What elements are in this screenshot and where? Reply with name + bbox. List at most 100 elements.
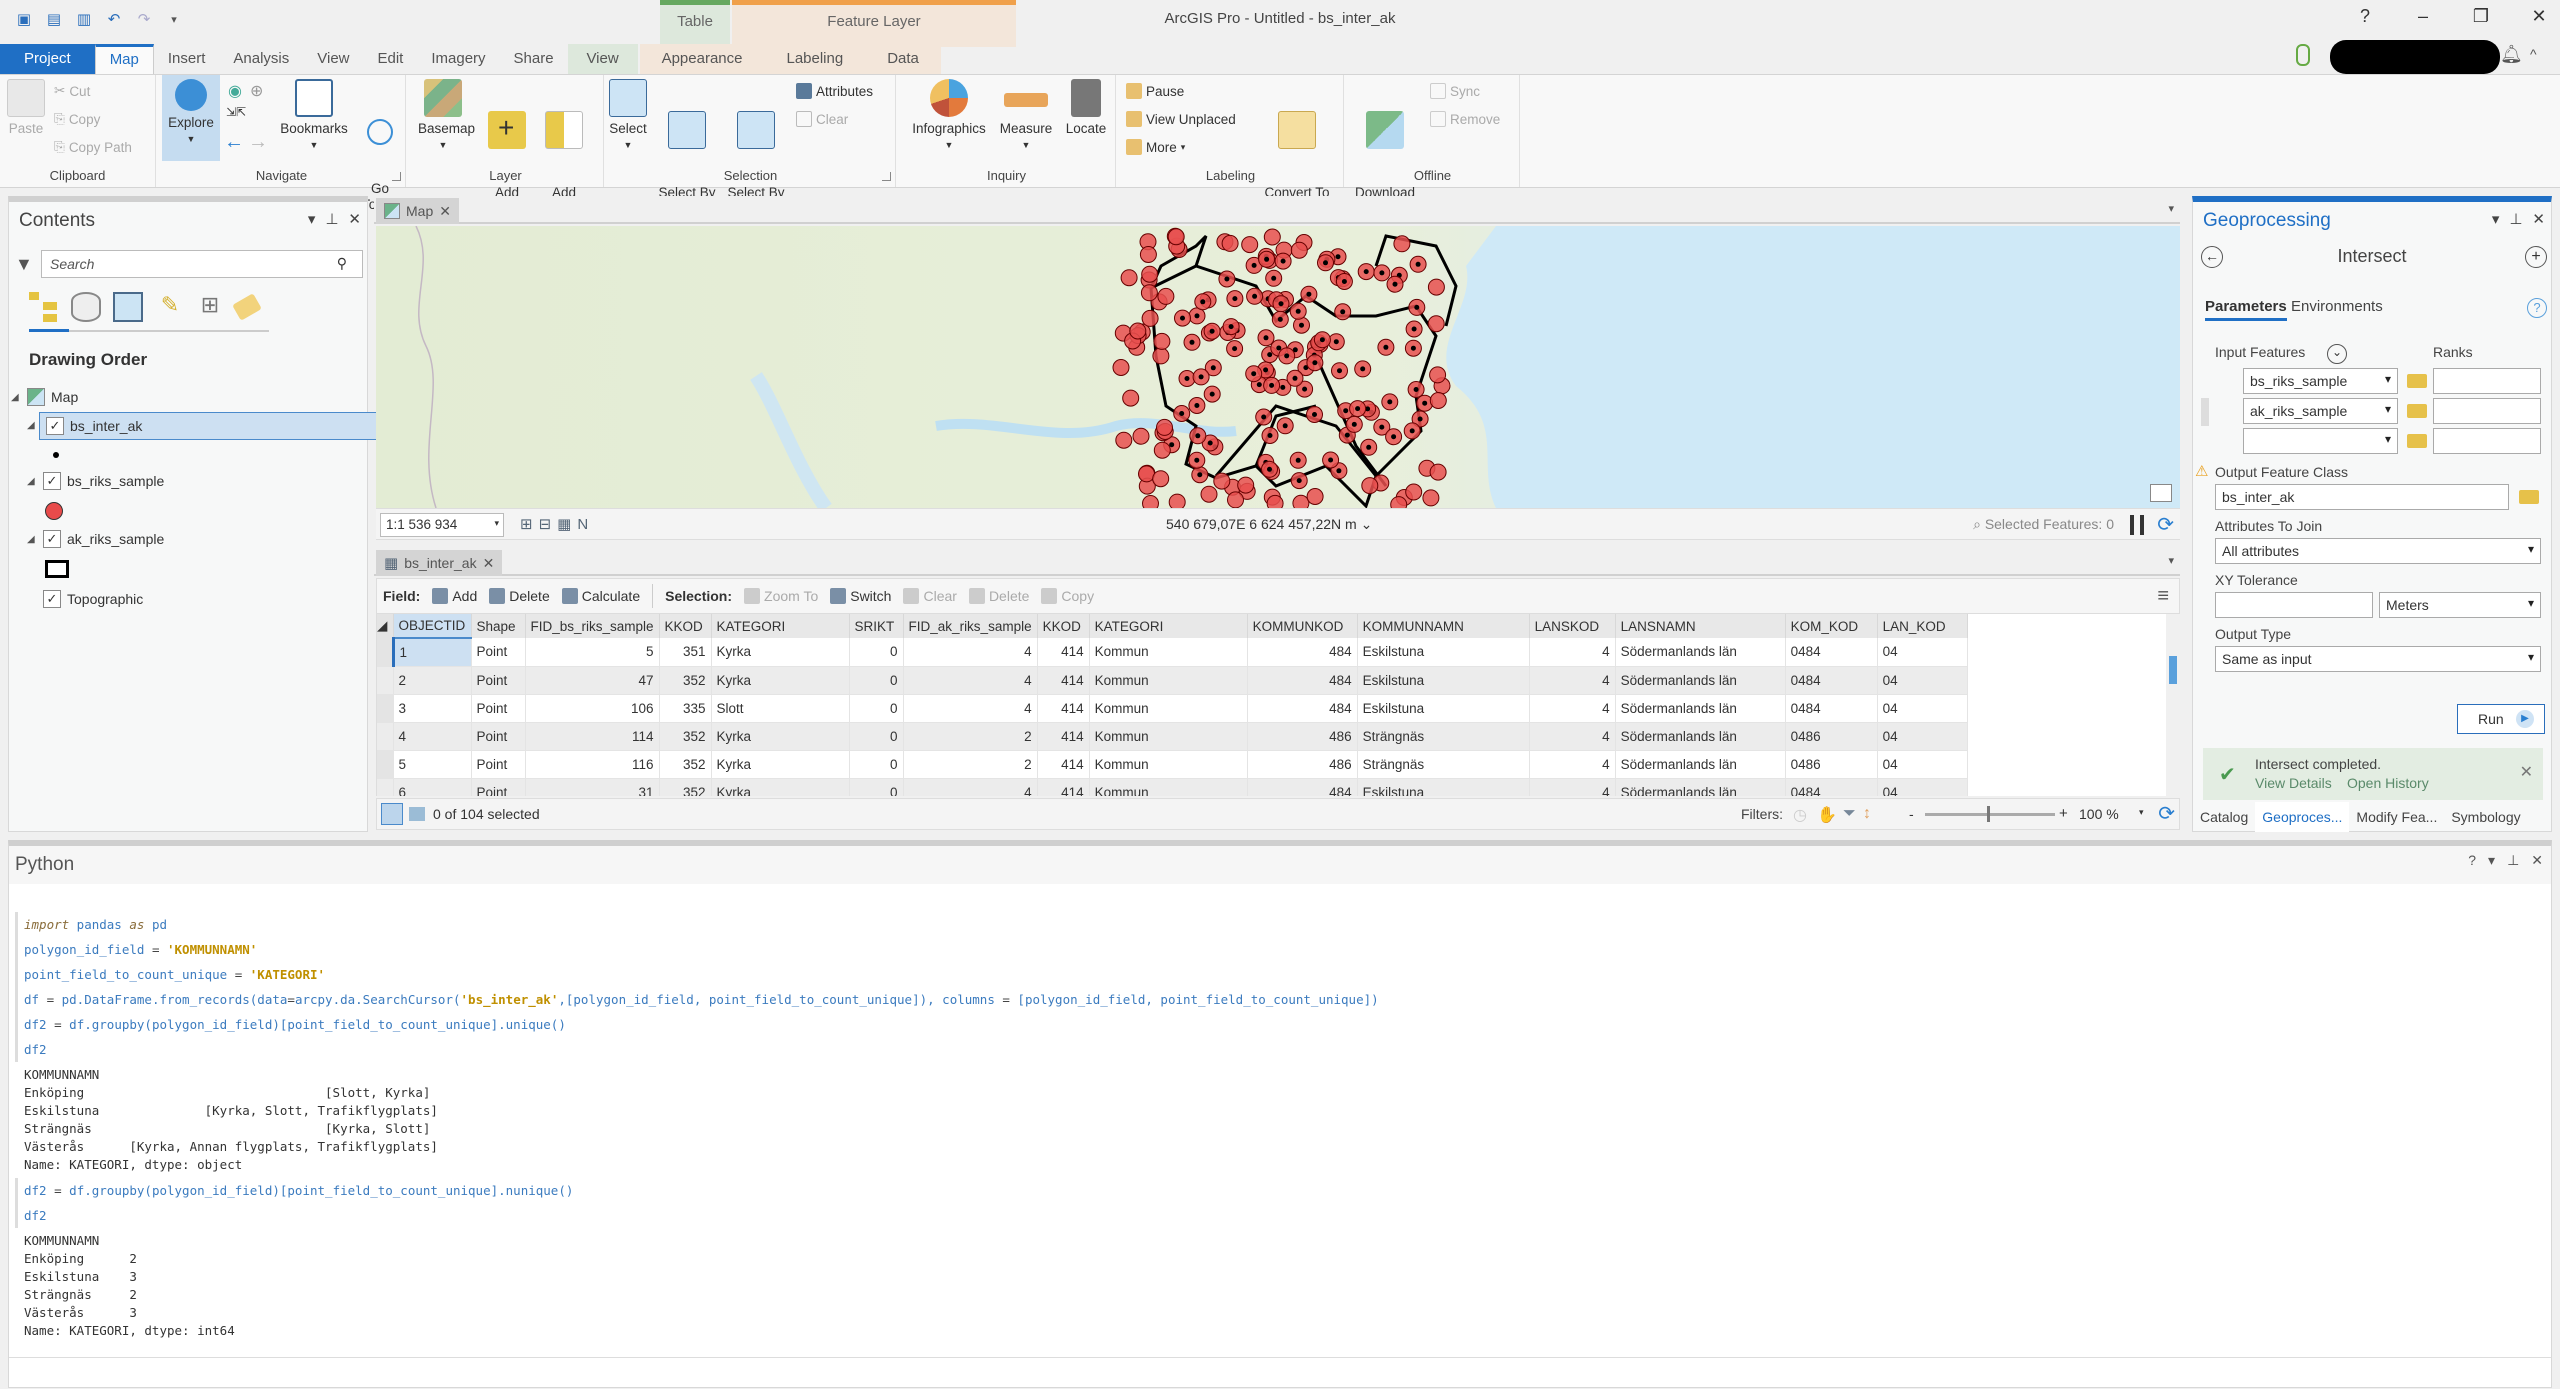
bs-riks-sample-point[interactable] bbox=[1241, 236, 1259, 254]
tab-analysis[interactable]: Analysis bbox=[219, 44, 303, 74]
column-header-kom-kod[interactable]: KOM_KOD bbox=[1785, 614, 1878, 638]
measure-button[interactable]: Measure ▼ bbox=[994, 79, 1058, 153]
browse-folder-icon[interactable] bbox=[2407, 374, 2427, 388]
minimize-button[interactable]: – bbox=[2412, 6, 2434, 27]
select-button[interactable]: Select ▼ bbox=[606, 79, 650, 153]
bs-inter-ak-point[interactable] bbox=[1422, 400, 1428, 406]
rank-1-input[interactable] bbox=[2433, 368, 2541, 394]
bs-riks-sample-point[interactable] bbox=[1152, 470, 1170, 488]
table-cell[interactable]: Point bbox=[471, 666, 526, 695]
table-cell[interactable]: Point bbox=[471, 694, 526, 723]
toc-layer-bs-inter-ak[interactable]: ✓ bs_inter_ak bbox=[39, 412, 379, 440]
rank-3-input[interactable] bbox=[2433, 428, 2541, 454]
list-by-labeling-icon[interactable] bbox=[232, 293, 262, 321]
bs-inter-ak-point[interactable] bbox=[1197, 472, 1203, 478]
slider-handle[interactable] bbox=[1987, 806, 1990, 822]
bs-inter-ak-point[interactable] bbox=[1302, 386, 1308, 392]
bs-riks-sample-point[interactable] bbox=[1153, 441, 1171, 459]
bs-inter-ak-point[interactable] bbox=[1263, 367, 1269, 373]
table-cell[interactable]: 0484 bbox=[1785, 638, 1878, 667]
bs-inter-ak-point[interactable] bbox=[1224, 276, 1230, 282]
output-feature-class-input[interactable]: bs_inter_ak bbox=[2215, 484, 2509, 510]
bs-riks-sample-point[interactable] bbox=[1142, 495, 1159, 509]
table-cell[interactable]: Kommun bbox=[1089, 750, 1248, 779]
column-header-fid-ak-riks-sample[interactable]: FID_ak_riks_sample bbox=[903, 614, 1038, 638]
bs-inter-ak-point[interactable] bbox=[1295, 457, 1301, 463]
bs-riks-sample-point[interactable] bbox=[1168, 493, 1186, 508]
table-cell[interactable]: 6 bbox=[393, 778, 472, 796]
bs-inter-ak-point[interactable] bbox=[1284, 353, 1290, 359]
definition-filter-icon[interactable]: ⏷ bbox=[1843, 805, 1856, 823]
table-row[interactable]: 4 Point 114 352 Kyrka 0 2 414 Kommun 486 Strängnäs… bbox=[377, 722, 1968, 751]
bs-inter-ak-point[interactable] bbox=[1207, 440, 1213, 446]
bs-inter-ak-point[interactable] bbox=[1413, 387, 1419, 392]
table-cell[interactable]: Södermanlands län bbox=[1615, 666, 1786, 695]
bs-inter-ak-point[interactable] bbox=[1184, 376, 1190, 381]
bs-riks-sample-point[interactable] bbox=[1221, 234, 1239, 252]
table-cell[interactable]: Point bbox=[471, 638, 526, 667]
row-selector[interactable] bbox=[377, 666, 394, 695]
bs-inter-ak-point[interactable] bbox=[1209, 391, 1215, 397]
table-cell[interactable]: 04 bbox=[1877, 666, 1968, 695]
bs-inter-ak-point[interactable] bbox=[1415, 261, 1421, 267]
bs-inter-ak-point[interactable] bbox=[1344, 432, 1350, 438]
layer-visibility-checkbox[interactable]: ✓ bbox=[43, 590, 61, 608]
bs-inter-ak-point[interactable] bbox=[1210, 365, 1216, 371]
input-features-expand-icon[interactable]: ⌄ bbox=[2327, 344, 2347, 364]
run-button[interactable]: Run ▶ bbox=[2457, 704, 2545, 734]
table-cell[interactable]: 352 bbox=[659, 778, 712, 796]
close-tab-icon[interactable]: ✕ bbox=[483, 555, 495, 572]
bs-inter-ak-point[interactable] bbox=[1335, 254, 1341, 260]
table-cell[interactable]: 0 bbox=[849, 778, 904, 796]
table-cell[interactable]: 414 bbox=[1037, 638, 1090, 667]
bs-inter-ak-point[interactable] bbox=[1296, 478, 1302, 484]
bs-inter-ak-point[interactable] bbox=[1194, 457, 1200, 463]
pause-drawing-button[interactable] bbox=[2130, 515, 2144, 535]
list-by-editing-icon[interactable]: ✎ bbox=[155, 292, 185, 322]
restore-button[interactable]: ❐ bbox=[2470, 6, 2492, 27]
scale-dropdown[interactable]: 1:1 536 934 ▾ bbox=[380, 513, 504, 537]
bs-inter-ak-point[interactable] bbox=[1323, 260, 1328, 266]
map-canvas[interactable] bbox=[376, 226, 2180, 508]
show-selected-records-button[interactable] bbox=[409, 807, 425, 821]
table-cell[interactable]: 414 bbox=[1037, 750, 1090, 779]
bs-inter-ak-point[interactable] bbox=[1264, 256, 1270, 262]
list-by-snapping-icon[interactable]: ⊞ bbox=[195, 292, 225, 322]
column-header-kkod[interactable]: KKOD bbox=[1037, 614, 1090, 638]
table-cell[interactable]: 0486 bbox=[1785, 722, 1878, 751]
bs-inter-ak-point[interactable] bbox=[1379, 270, 1385, 276]
browse-folder-icon[interactable] bbox=[2407, 404, 2427, 418]
show-all-records-button[interactable] bbox=[381, 803, 403, 825]
table-zoom-value[interactable]: 100 % bbox=[2079, 806, 2119, 822]
table-cell[interactable]: 484 bbox=[1247, 694, 1358, 723]
table-cell[interactable]: 0 bbox=[849, 750, 904, 779]
bs-inter-ak-point[interactable] bbox=[1363, 269, 1369, 275]
column-header-lanskod[interactable]: LANSKOD bbox=[1529, 614, 1616, 638]
table-cell[interactable]: 4 bbox=[1529, 666, 1616, 695]
copy-selection-button[interactable]: Copy bbox=[1041, 588, 1094, 604]
zoom-in-fixed-icon[interactable]: ⇲⇱ bbox=[226, 105, 246, 119]
sync-button[interactable]: Sync bbox=[1430, 83, 1480, 99]
help-icon[interactable]: ? bbox=[2468, 852, 2476, 869]
table-cell[interactable]: 4 bbox=[1529, 778, 1616, 796]
table-row[interactable]: 2 Point 47 352 Kyrka 0 4 414 Kommun 484 Eskilstuna… bbox=[377, 666, 1968, 695]
contents-search-input[interactable]: Search bbox=[41, 250, 363, 278]
north-arrow-icon[interactable]: N bbox=[577, 516, 594, 533]
more-labeling-button[interactable]: More ▾ bbox=[1126, 139, 1185, 155]
tab-insert[interactable]: Insert bbox=[154, 44, 220, 74]
selection-dialog-launcher[interactable] bbox=[882, 172, 891, 181]
bs-inter-ak-point[interactable] bbox=[1417, 416, 1423, 422]
basemap-button[interactable]: Basemap ▼ bbox=[418, 79, 475, 153]
table-cell[interactable]: 0484 bbox=[1785, 666, 1878, 695]
list-by-drawing-order-icon[interactable] bbox=[29, 292, 59, 322]
bs-inter-ak-point[interactable] bbox=[1267, 433, 1273, 438]
bs-riks-sample-point[interactable] bbox=[1237, 476, 1255, 494]
tab-appearance[interactable]: Appearance bbox=[639, 44, 765, 74]
bs-riks-sample-point[interactable] bbox=[1120, 269, 1138, 287]
clear-selection-table-button[interactable]: Clear bbox=[903, 588, 957, 604]
table-cell[interactable]: 0486 bbox=[1785, 750, 1878, 779]
expand-arrow-icon[interactable]: ◢ bbox=[27, 420, 37, 431]
delete-field-button[interactable]: Delete bbox=[489, 588, 550, 604]
locate-button[interactable]: Locate bbox=[1060, 79, 1112, 137]
bs-riks-sample-point[interactable] bbox=[1140, 284, 1158, 302]
